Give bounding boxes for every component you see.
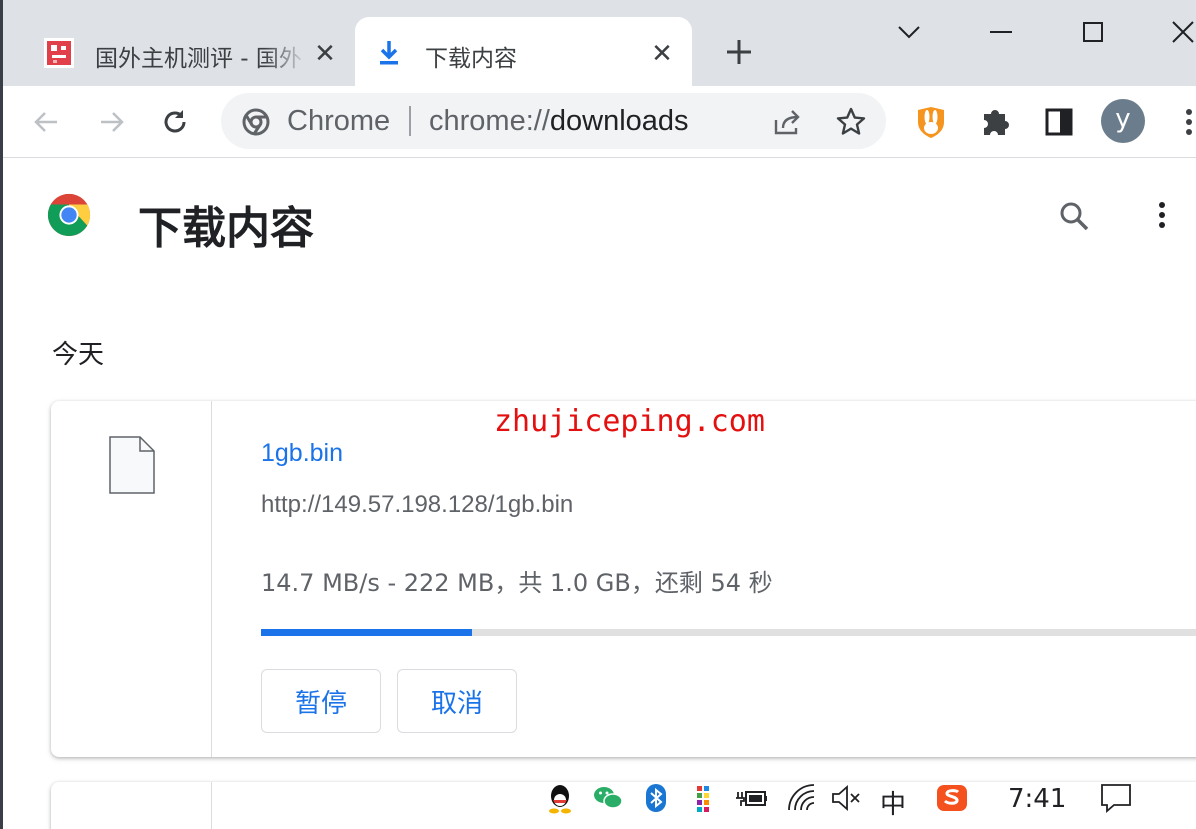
tab-title: 国外主机测评 - 国外 (95, 46, 302, 72)
file-name-link[interactable]: 1gb.bin (261, 439, 343, 468)
wifi-icon[interactable] (786, 782, 818, 814)
sogou-input-icon[interactable] (936, 782, 968, 814)
tab-zhujiceping[interactable]: 国外主机测评 - 国外 ✕ (25, 17, 355, 86)
action-center-icon[interactable] (1100, 782, 1132, 814)
taskbar-clock[interactable]: 7:41 (1008, 784, 1066, 814)
close-window-button[interactable] (1165, 14, 1196, 50)
extension-rabbit-icon[interactable] (913, 104, 949, 140)
omnibox-chip: Chrome (287, 105, 391, 137)
site-favicon-icon (44, 38, 74, 68)
download-icon (380, 41, 398, 65)
qq-icon[interactable] (544, 782, 576, 814)
search-icon[interactable] (1054, 196, 1094, 236)
reload-button[interactable] (157, 104, 193, 140)
volume-muted-icon[interactable] (830, 782, 862, 814)
date-heading: 今天 (52, 340, 105, 370)
forward-button[interactable] (93, 104, 129, 140)
more-actions-icon[interactable] (1150, 196, 1174, 236)
close-icon[interactable]: ✕ (650, 40, 674, 66)
side-panel-icon[interactable] (1041, 104, 1077, 140)
file-url-link[interactable]: http://149.57.198.128/1gb.bin (261, 491, 573, 519)
wechat-icon[interactable] (592, 782, 624, 814)
file-icon-column (51, 401, 212, 757)
file-icon (109, 436, 155, 494)
download-item: 1gb.bin http://149.57.198.128/1gb.bin 14… (51, 401, 1196, 757)
download-status: 14.7 MB/s - 222 MB，共 1.0 GB，还剩 54 秒 (261, 569, 773, 597)
close-icon[interactable]: ✕ (313, 40, 337, 66)
pause-button[interactable]: 暂停 (261, 669, 381, 733)
omnibox-separator (409, 106, 411, 136)
watermark: zhujiceping.com (494, 404, 765, 439)
omnibox[interactable]: Chrome chrome://downloads (221, 93, 886, 149)
battery-plug-icon[interactable] (736, 782, 768, 814)
maximize-button[interactable] (1075, 14, 1111, 50)
chrome-icon (242, 108, 270, 136)
tab-strip: 国外主机测评 - 国外 ✕ 下载内容 ✕ (3, 0, 1196, 86)
back-button[interactable] (29, 104, 65, 140)
download-progress-bar (261, 629, 1196, 636)
color-grid-icon[interactable] (688, 782, 720, 814)
download-progress-fill (261, 629, 472, 636)
cancel-button[interactable]: 取消 (397, 669, 517, 733)
bookmark-star-icon[interactable] (835, 106, 867, 138)
extensions-puzzle-icon[interactable] (977, 104, 1013, 140)
chrome-menu-icon[interactable] (1179, 104, 1196, 140)
page-title: 下载内容 (138, 203, 314, 254)
ime-indicator[interactable]: 中 (880, 784, 906, 821)
toolbar: Chrome chrome://downloads y (3, 86, 1196, 158)
tab-search-chevron-icon[interactable] (891, 14, 927, 50)
new-tab-button[interactable] (721, 34, 757, 70)
profile-avatar[interactable]: y (1101, 99, 1145, 143)
minimize-button[interactable] (983, 14, 1019, 50)
address-input[interactable]: chrome://downloads (429, 105, 759, 138)
tab-title: 下载内容 (425, 46, 517, 72)
share-icon[interactable] (771, 106, 803, 138)
tab-downloads[interactable]: 下载内容 ✕ (355, 17, 692, 86)
bluetooth-icon[interactable] (640, 782, 672, 814)
chrome-logo-icon (47, 193, 91, 237)
